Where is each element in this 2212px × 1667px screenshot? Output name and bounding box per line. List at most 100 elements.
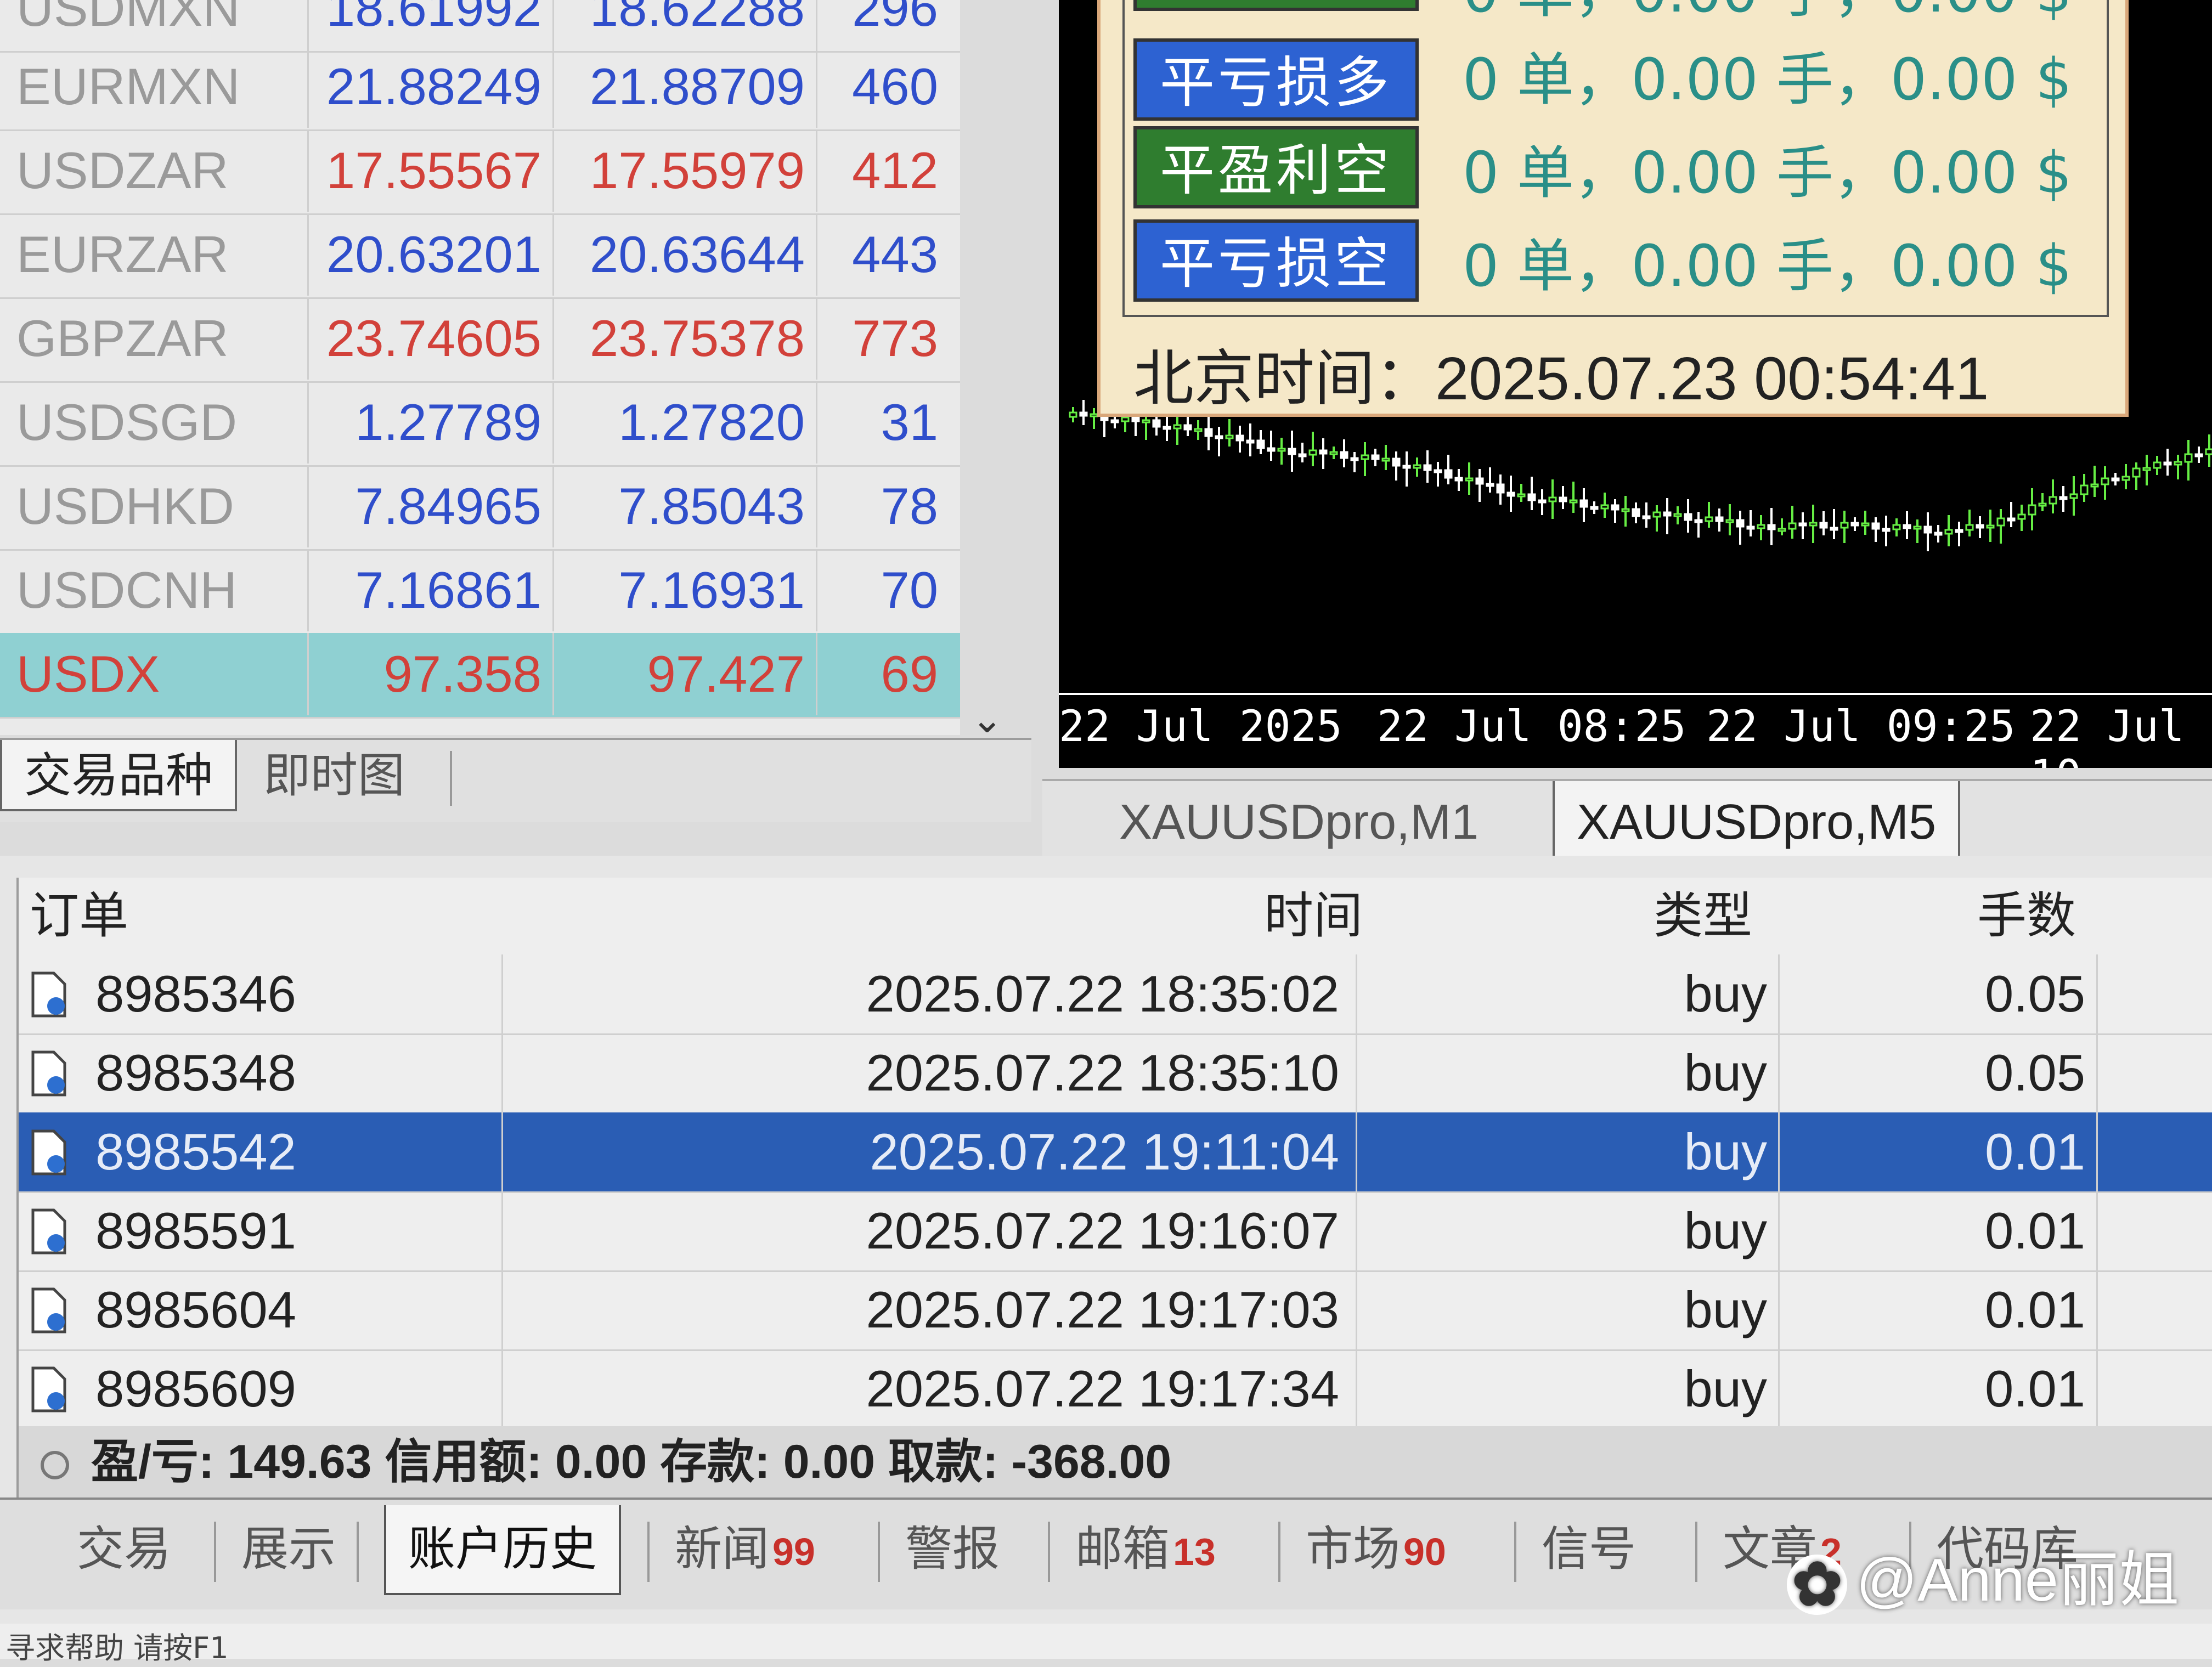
order-row[interactable]: 8985346 2025.07.22 18:35:02 buy 0.05	[19, 954, 2212, 1035]
close-profit-short-button[interactable]: 平盈利空	[1133, 126, 1419, 208]
order-row[interactable]: 8985348 2025.07.22 18:35:10 buy 0.05	[19, 1033, 2212, 1114]
tab-label: 邮箱	[1075, 1523, 1170, 1575]
candle	[1705, 502, 1713, 528]
candle	[1892, 518, 1901, 536]
ask-cell: 97.427	[565, 633, 817, 715]
watermark-text: @Anne丽姐	[1856, 1546, 2179, 1614]
candle	[1173, 417, 1182, 445]
order-doc-icon	[30, 1208, 69, 1255]
candle	[1235, 426, 1244, 453]
tab-separator	[1695, 1522, 1697, 1582]
candle	[2205, 434, 2212, 467]
order-row[interactable]: 8985591 2025.07.22 19:16:07 buy 0.01	[19, 1191, 2212, 1272]
close-profit-long-button[interactable]	[1133, 0, 1419, 11]
tab-tick-chart[interactable]: 即时图	[241, 740, 427, 811]
candle	[2059, 486, 2068, 512]
tab-symbols[interactable]: 交易品种	[0, 740, 237, 811]
candle	[1225, 419, 1234, 447]
candle	[1204, 413, 1213, 450]
market-watch-row[interactable]: USDMXN 18.61992 18.62288 296	[0, 0, 960, 53]
spread-cell: 773	[852, 309, 938, 367]
tab-label: 账户历史	[408, 1523, 597, 1575]
candle	[1423, 450, 1432, 483]
col-type-header[interactable]: 类型	[1654, 878, 1752, 954]
spread-cell: 296	[852, 0, 938, 37]
market-watch-row[interactable]: USDCNH 7.16861 7.16931 70	[0, 549, 960, 635]
market-watch-row[interactable]: USDZAR 17.55567 17.55979 412	[0, 129, 960, 215]
market-watch-panel: USDMXN 18.61992 18.62288 296 EURMXN 21.88249 2…	[0, 0, 1003, 742]
candle	[2101, 466, 2109, 500]
market-watch-row[interactable]: USDHKD 7.84965 7.85043 78	[0, 465, 960, 551]
candle	[1934, 525, 1943, 543]
candle	[1788, 506, 1797, 539]
col-order-header[interactable]: 订单	[30, 878, 128, 954]
market-watch-row[interactable]: USDX 97.358 97.427 69	[0, 633, 960, 719]
candle	[1746, 510, 1755, 536]
col-time-header[interactable]: 时间	[1264, 878, 1363, 954]
candle	[1913, 519, 1922, 543]
order-lots: 0.05	[1780, 954, 2098, 1033]
close-loss-short-info: 0 单，0.00 手，0.00 $	[1463, 233, 2072, 300]
terminal-tab-6[interactable]: 邮箱13	[1075, 1505, 1216, 1593]
scroll-down-icon[interactable]: ⌄	[971, 697, 1003, 742]
terminal-tab-4[interactable]: 新闻99	[675, 1505, 815, 1593]
spread-cell: 412	[852, 142, 938, 199]
candle	[1308, 432, 1317, 466]
terminal-tab-1[interactable]: 交易	[77, 1505, 171, 1593]
candle	[2132, 462, 2141, 490]
candle	[2194, 447, 2203, 463]
terminal-tab-3[interactable]: 账户历史	[384, 1505, 621, 1595]
terminal-tab-8[interactable]: 信号	[1542, 1505, 1636, 1593]
candle	[2184, 440, 2193, 481]
market-watch-row[interactable]: EURZAR 20.63201 20.63644 443	[0, 213, 960, 299]
tab-label: 展示	[241, 1523, 336, 1575]
price-chart[interactable]: 0 单，0.00 手，0.00 $ 平亏损多 0 单，0.00 手，0.00 $…	[1059, 0, 2212, 768]
candle	[1454, 469, 1463, 491]
symbol-cell: GBPZAR	[16, 297, 309, 380]
candle	[1600, 493, 1609, 518]
terminal-tab-5[interactable]: 警报	[905, 1505, 1000, 1593]
summary-text: 盈/亏: 149.63 信用额: 0.00 存款: 0.00 取款: -368.…	[91, 1436, 1172, 1488]
terminal-tab-7[interactable]: 市场90	[1306, 1505, 1446, 1593]
bid-cell: 97.358	[313, 633, 554, 715]
market-watch-row[interactable]: USDSGD 1.27789 1.27820 31	[0, 381, 960, 467]
symbol-cell: USDSGD	[16, 381, 309, 464]
candle	[1444, 455, 1453, 484]
tab-label: 新闻	[675, 1523, 769, 1575]
order-id: 8985609	[95, 1360, 296, 1417]
candle	[1861, 511, 1870, 535]
order-row[interactable]: 8985609 2025.07.22 19:17:34 buy 0.01	[19, 1349, 2212, 1430]
close-loss-long-button[interactable]: 平亏损多	[1133, 38, 1419, 121]
candle	[1215, 427, 1223, 456]
candle	[1903, 511, 1911, 539]
market-watch-tabs: 交易品种 即时图	[0, 738, 1031, 822]
candle	[1465, 462, 1474, 495]
spread-cell: 70	[881, 561, 938, 619]
bid-cell: 7.84965	[313, 465, 554, 547]
tab-chart-m1[interactable]: XAUUSDpro,M1	[1097, 787, 1500, 858]
market-watch-row[interactable]: EURMXN 21.88249 21.88709 460	[0, 46, 960, 131]
order-time: 2025.07.22 18:35:10	[501, 1033, 1357, 1112]
candle	[1736, 511, 1745, 545]
candle	[1350, 452, 1359, 472]
market-watch-row[interactable]: GBPZAR 23.74605 23.75378 773	[0, 297, 960, 383]
candle	[1559, 486, 1567, 509]
symbol-cell: USDCNH	[16, 549, 309, 631]
col-lots-header[interactable]: 手数	[1977, 878, 2076, 954]
spread-cell: 69	[881, 645, 938, 703]
order-row[interactable]: 8985604 2025.07.22 19:17:03 buy 0.01	[19, 1270, 2212, 1351]
candle	[2153, 456, 2162, 475]
terminal-tab-2[interactable]: 展示	[241, 1505, 336, 1593]
candle	[1778, 518, 1786, 535]
candle	[1840, 511, 1849, 543]
candle	[1830, 509, 1838, 539]
spread-cell: 31	[881, 393, 938, 451]
orders-table: 订单 时间 类型 手数 8985346 2025.07.22 18:35:02 bu…	[16, 878, 2212, 1498]
order-time: 2025.07.22 18:35:02	[501, 954, 1357, 1033]
order-row[interactable]: 8985542 2025.07.22 19:11:04 buy 0.01	[19, 1112, 2212, 1193]
spread-cell: 460	[852, 58, 938, 115]
candle	[1392, 451, 1401, 481]
close-loss-short-button[interactable]: 平亏损空	[1133, 219, 1419, 302]
x-axis-label: 22 Jul 2025	[1059, 702, 1342, 751]
tab-chart-m5[interactable]: XAUUSDpro,M5	[1553, 781, 1961, 863]
